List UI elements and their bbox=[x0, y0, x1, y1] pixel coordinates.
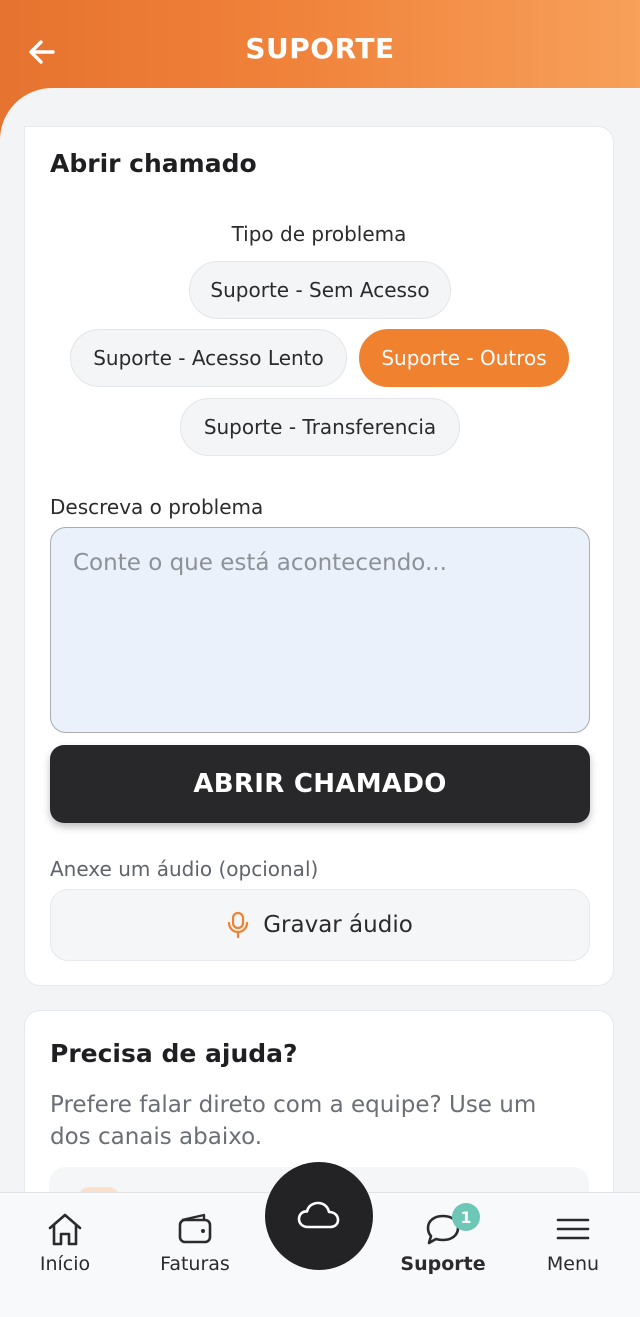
help-text: Prefere falar direto com a equipe? Use u… bbox=[50, 1092, 537, 1150]
chip-label: Suporte - Transferencia bbox=[203, 415, 437, 439]
cloud-icon bbox=[297, 1201, 340, 1229]
microphone-icon bbox=[228, 911, 249, 939]
record-audio-label: Gravar áudio bbox=[263, 912, 413, 938]
notification-badge: 1 bbox=[452, 1203, 480, 1231]
nav-label: Início bbox=[39, 1253, 91, 1275]
audio-label: Anexe um áudio (opcional) bbox=[50, 857, 319, 881]
home-icon bbox=[48, 1213, 82, 1246]
nav-item-menu[interactable]: Menu bbox=[518, 1211, 628, 1275]
chip-sem-acesso[interactable]: Suporte - Sem Acesso bbox=[189, 261, 451, 319]
center-action-button[interactable] bbox=[265, 1162, 373, 1270]
help-title: Precisa de ajuda? bbox=[50, 1039, 298, 1068]
card-title: Abrir chamado bbox=[50, 149, 257, 178]
open-ticket-button[interactable]: ABRIR CHAMADO bbox=[50, 745, 590, 823]
wallet-icon bbox=[178, 1213, 212, 1244]
nav-label: Menu bbox=[546, 1253, 600, 1275]
nav-item-faturas[interactable]: Faturas bbox=[140, 1211, 250, 1275]
page-title: SUPORTE bbox=[245, 32, 395, 65]
nav-label: Faturas bbox=[160, 1253, 230, 1275]
open-ticket-card: Abrir chamado Tipo de problema Suporte -… bbox=[24, 126, 614, 986]
nav-item-inicio[interactable]: Início bbox=[10, 1211, 120, 1275]
chip-label: Suporte - Sem Acesso bbox=[210, 278, 430, 302]
chip-label: Suporte - Acesso Lento bbox=[93, 346, 324, 370]
menu-icon bbox=[556, 1218, 590, 1240]
nav-item-suporte[interactable]: Suporte bbox=[388, 1211, 498, 1275]
record-audio-button[interactable]: Gravar áudio bbox=[50, 889, 590, 961]
open-ticket-button-label: ABRIR CHAMADO bbox=[193, 769, 447, 799]
description-label: Descreva o problema bbox=[50, 495, 264, 519]
chip-outros[interactable]: Suporte - Outros bbox=[359, 329, 569, 387]
chip-acesso-lento[interactable]: Suporte - Acesso Lento bbox=[70, 329, 347, 387]
problem-type-label: Tipo de problema bbox=[231, 222, 407, 246]
chip-label: Suporte - Outros bbox=[381, 346, 547, 370]
nav-label: Suporte bbox=[400, 1253, 486, 1275]
description-textarea[interactable] bbox=[50, 527, 590, 733]
chip-transferencia[interactable]: Suporte - Transferencia bbox=[180, 398, 460, 456]
